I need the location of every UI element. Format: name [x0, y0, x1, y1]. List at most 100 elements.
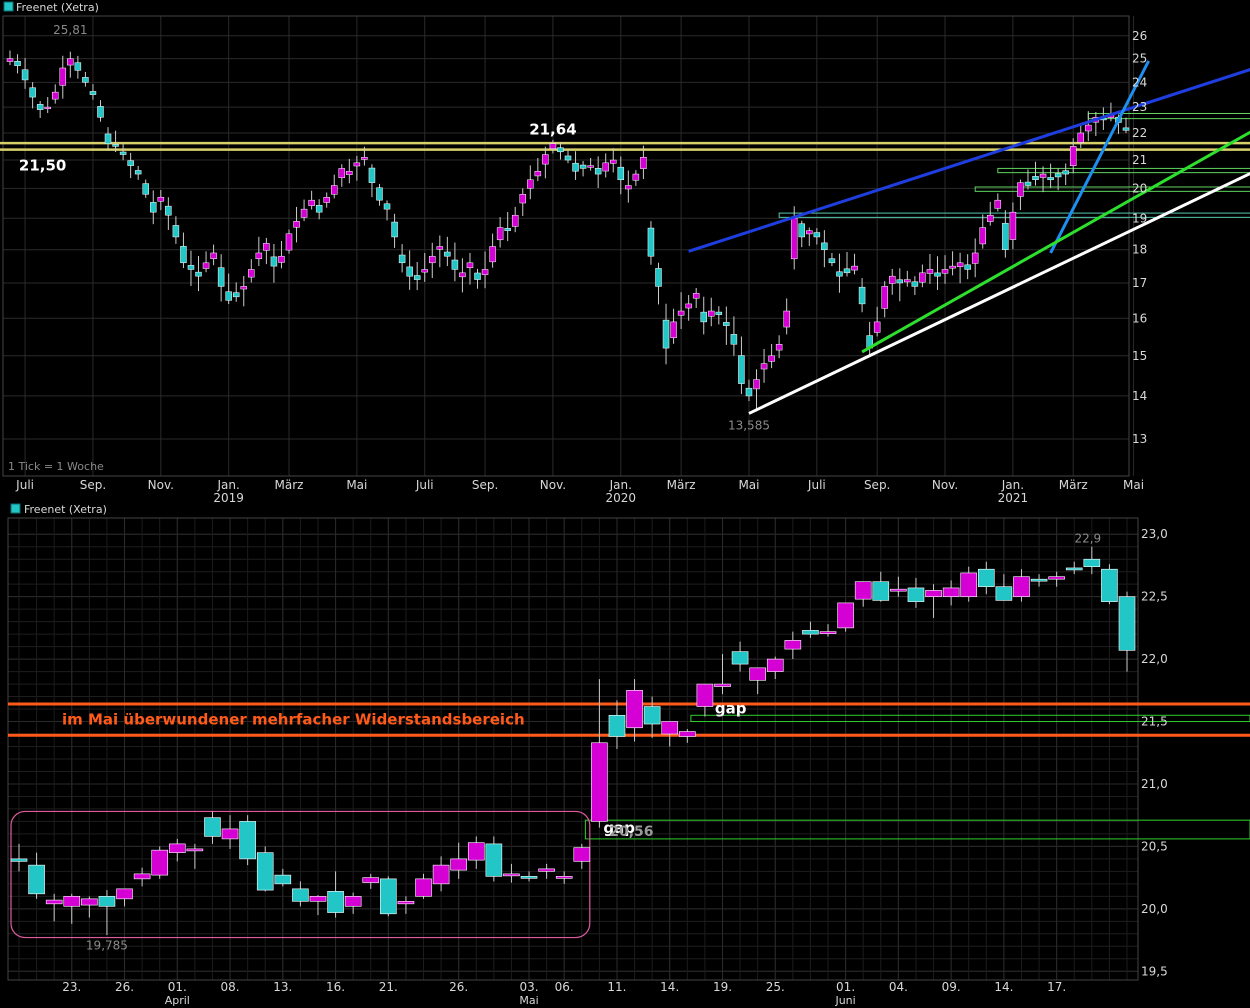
candle-body: [1013, 576, 1030, 597]
y-tick-label: 20,0: [1141, 902, 1168, 916]
candle-body: [1101, 568, 1118, 602]
candle-body: [168, 843, 186, 853]
candle-body: [225, 291, 232, 301]
candle-body: [157, 196, 165, 202]
resistance-zone-label: im Mai überwundener mehrfacher Widerstan…: [62, 711, 525, 729]
candle-body: [978, 568, 995, 587]
candle-body: [1048, 576, 1065, 580]
candle-body: [904, 279, 911, 283]
candle-body: [421, 269, 428, 273]
x-tick-label: 08.: [221, 980, 240, 994]
candle-body: [432, 864, 450, 885]
candle-body: [1017, 182, 1024, 197]
candle-body: [353, 162, 361, 167]
candle-body: [1069, 146, 1077, 166]
candle-body: [6, 58, 14, 62]
candle-body: [538, 868, 555, 872]
candle-body: [843, 268, 851, 274]
candle-body: [979, 227, 986, 245]
candle-body: [745, 387, 753, 397]
candle-body: [1054, 173, 1062, 178]
x-tick-label: Juli: [807, 478, 826, 492]
candle-body: [790, 218, 798, 260]
candle-body: [51, 91, 59, 100]
candle-body: [685, 303, 692, 309]
x-tick-label: 26.: [115, 980, 134, 994]
x-tick-label: 13.: [273, 980, 292, 994]
candle-body: [591, 742, 608, 822]
candle-body: [1085, 124, 1092, 132]
candle-body: [292, 888, 309, 902]
x-tick-label: März: [1059, 478, 1088, 492]
candle-body: [127, 160, 134, 166]
candle-body: [459, 272, 466, 278]
candle-body: [474, 272, 481, 280]
x-tick-label: Mai: [738, 478, 759, 492]
candle-body: [436, 246, 444, 250]
candle-body: [413, 275, 421, 280]
candle-body: [806, 230, 813, 235]
candle-body: [112, 144, 119, 147]
x-tick-label: Jan.: [217, 478, 240, 492]
candle-body: [397, 901, 415, 905]
candle-body: [29, 87, 36, 98]
x-tick-label: Sep.: [864, 478, 890, 492]
daily-chart-title: Freenet (Xetra): [24, 503, 107, 516]
candle-body: [1062, 170, 1069, 175]
x-tick-label: 01.: [836, 980, 855, 994]
candle-body: [542, 154, 549, 165]
candle-body: [911, 281, 919, 287]
x-tick-label: 11.: [607, 980, 626, 994]
candle-body: [450, 858, 467, 871]
y-tick-label: 20,5: [1141, 839, 1168, 853]
x-tick-label: Juli: [15, 478, 34, 492]
candle-body: [926, 269, 934, 274]
candle-body: [888, 275, 896, 284]
candle-body: [361, 157, 368, 160]
candle-body: [28, 864, 45, 895]
candle-body: [315, 205, 323, 213]
candle-body: [632, 173, 640, 181]
candle-body: [1032, 176, 1039, 181]
candle-body: [165, 205, 172, 216]
price-label: 21,64: [529, 121, 576, 139]
candle-body: [74, 62, 82, 71]
candle-body: [82, 77, 89, 83]
candle-body: [1030, 578, 1048, 582]
candle-body: [98, 896, 116, 907]
candle-body: [380, 878, 397, 915]
x-tick-label: 14.: [660, 980, 679, 994]
candle-body: [368, 167, 376, 183]
x-tick-label: 25.: [766, 980, 785, 994]
candle-body: [151, 849, 168, 876]
candle-body: [330, 185, 338, 195]
candle-body: [731, 651, 749, 665]
candle-body: [655, 268, 662, 287]
candle-body: [172, 225, 180, 238]
candle-body: [429, 255, 436, 264]
x-year-label: 2021: [998, 491, 1029, 505]
candle-body: [934, 272, 941, 277]
candle-body: [625, 185, 632, 190]
candle-body: [240, 286, 248, 290]
candle-body: [602, 162, 609, 172]
candle-body: [1083, 558, 1101, 567]
candle-body: [119, 151, 127, 155]
candle-body: [202, 262, 210, 269]
candle-body: [210, 252, 217, 259]
candle-body: [527, 179, 534, 189]
price-label: 25,81: [53, 23, 87, 37]
candle-body: [714, 683, 731, 687]
candle-body: [749, 667, 766, 681]
candle-body: [836, 271, 843, 277]
candle-body: [692, 293, 700, 299]
candle-body: [617, 166, 625, 181]
candle-body: [391, 221, 398, 238]
candle-body: [854, 581, 872, 600]
price-label: 20,56: [609, 824, 653, 840]
candle-body: [362, 877, 380, 883]
candle-body: [896, 279, 904, 284]
candle-body: [964, 264, 971, 270]
candle-body: [941, 269, 949, 274]
candle-body: [186, 848, 204, 852]
